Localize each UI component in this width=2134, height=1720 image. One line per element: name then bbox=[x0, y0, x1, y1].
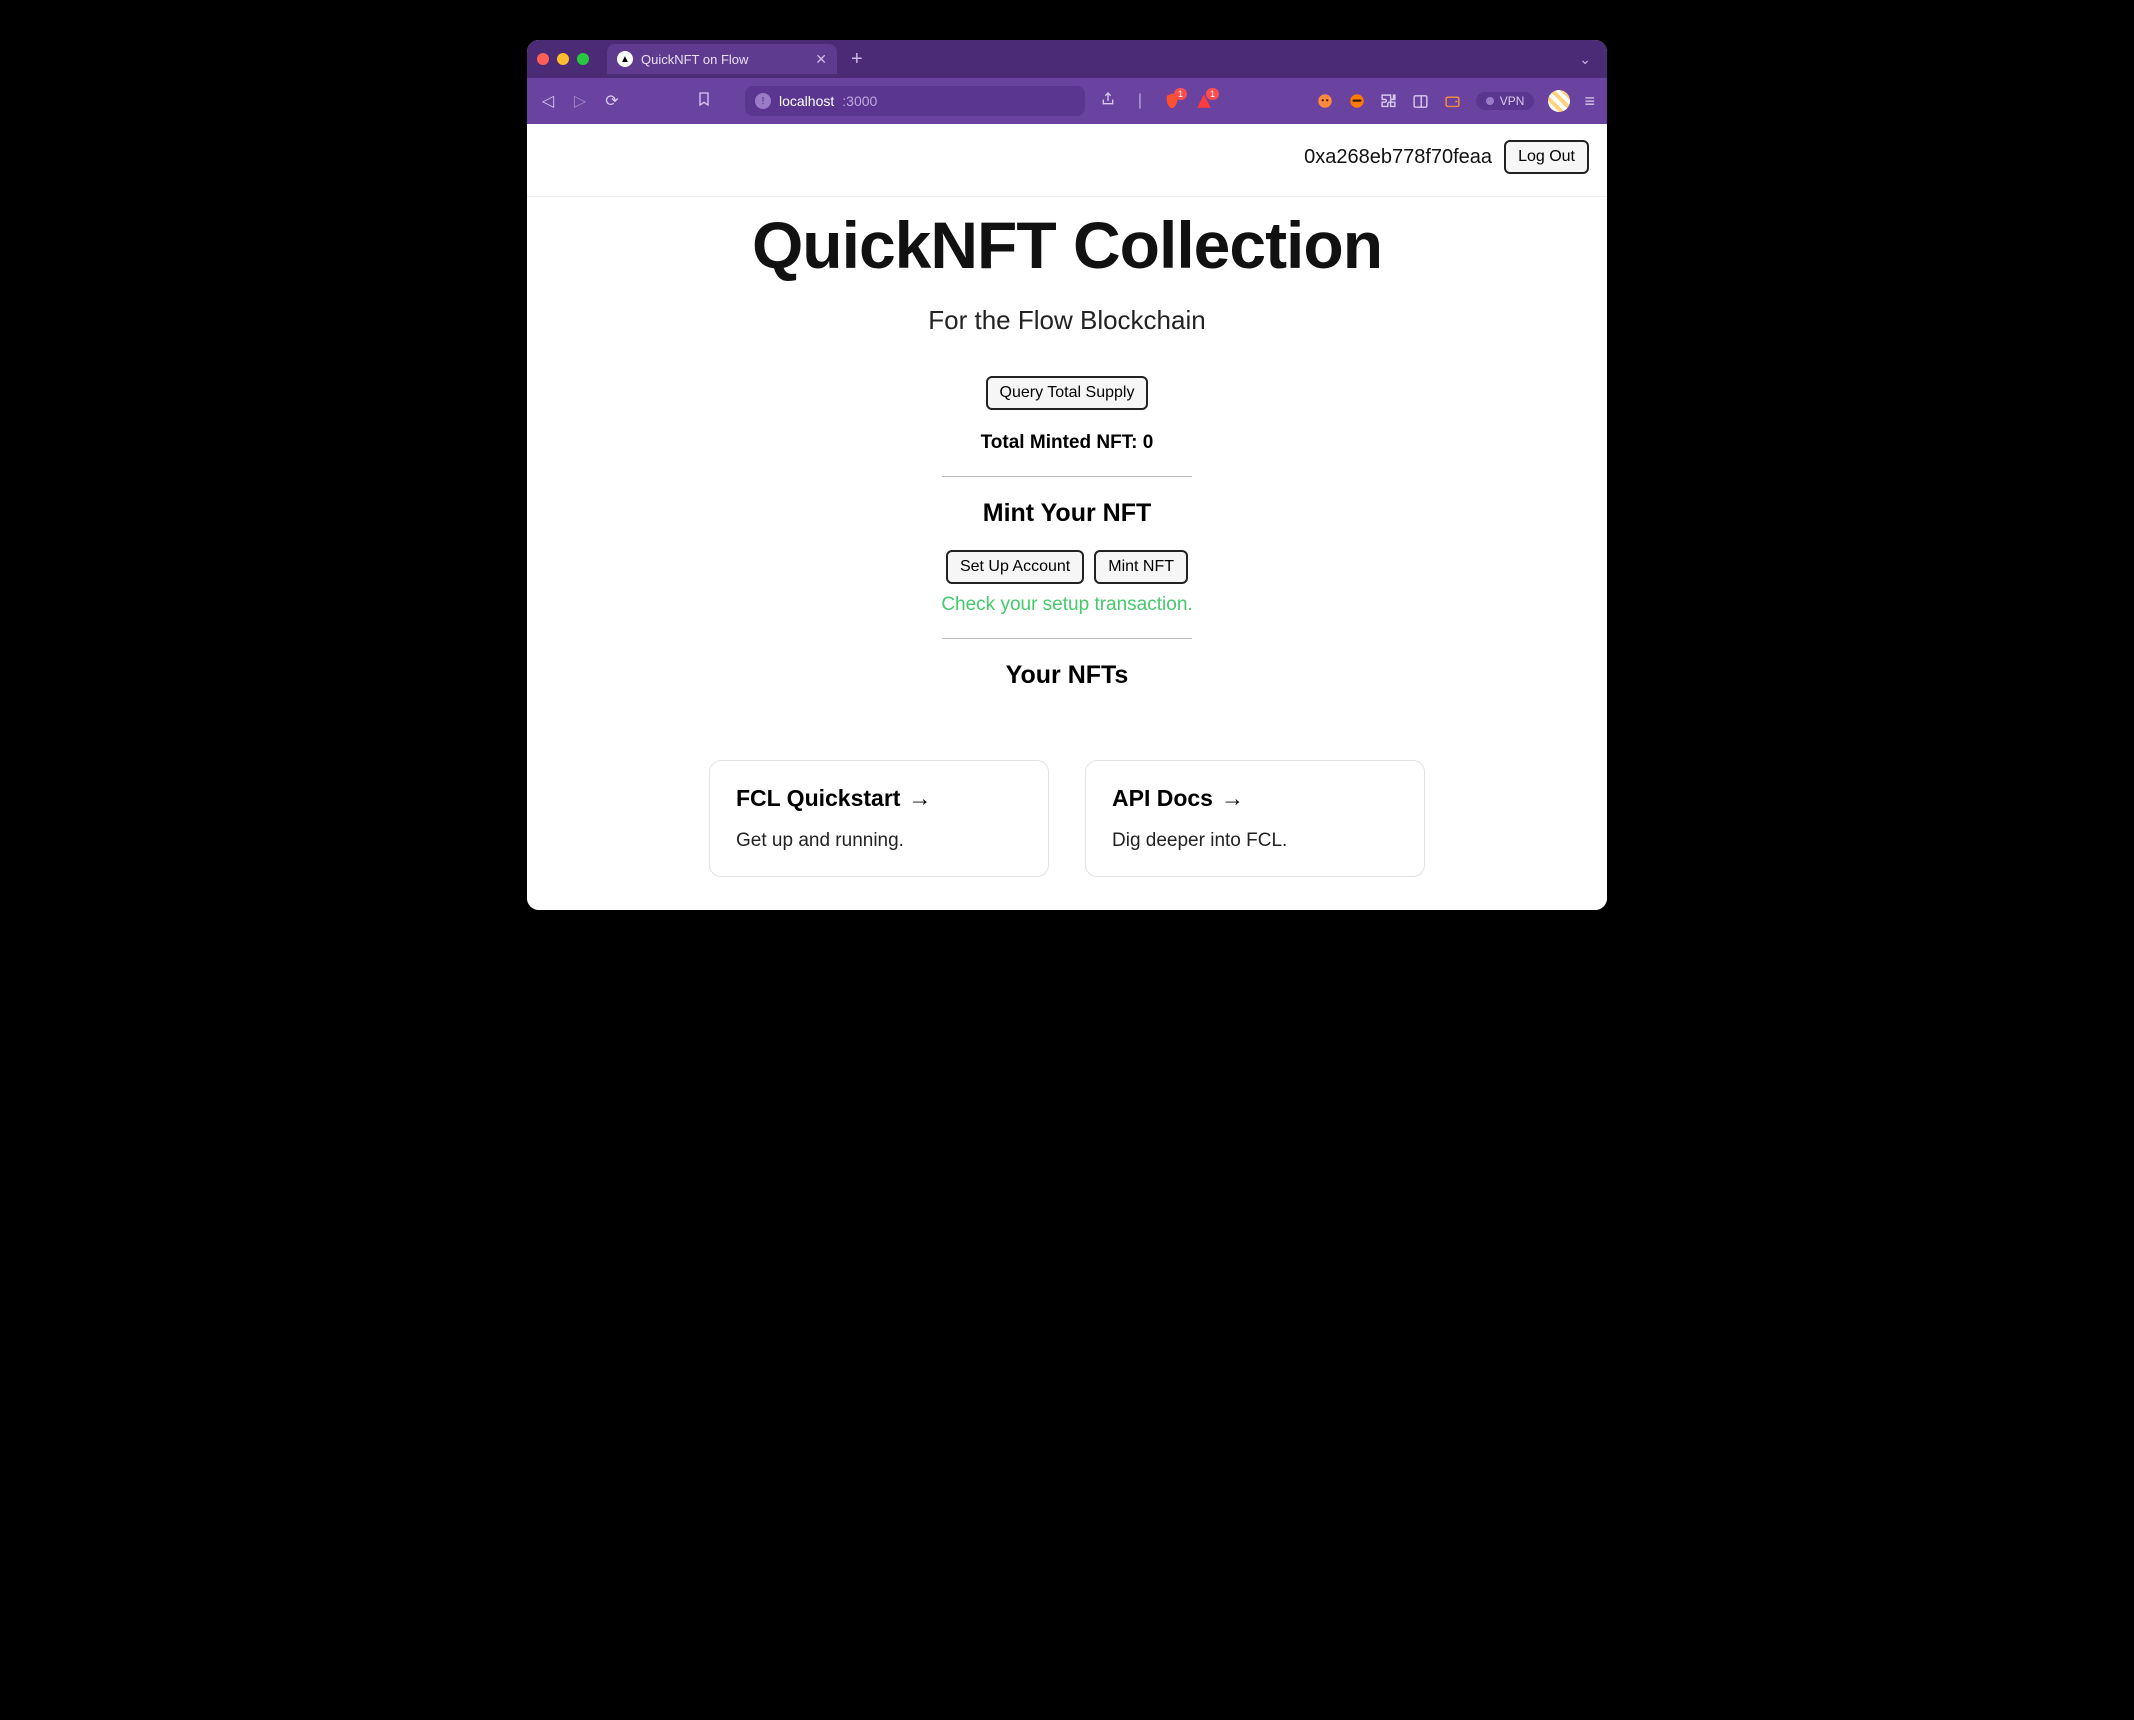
tabs-overflow-icon[interactable]: ⌄ bbox=[1573, 51, 1597, 68]
doc-cards: FCL Quickstart → Get up and running. API… bbox=[547, 760, 1587, 877]
stat-value: 0 bbox=[1143, 432, 1154, 453]
shield-badge-count: 1 bbox=[1174, 88, 1187, 100]
stat-label: Total Minted NFT: bbox=[981, 432, 1143, 453]
arrow-icon: → bbox=[1221, 785, 1244, 812]
mint-heading: Mint Your NFT bbox=[547, 499, 1587, 528]
browser-window: ▲ QuickNFT on Flow ✕ + ⌄ ◁ ▷ ⟳ ! localho… bbox=[527, 40, 1607, 910]
url-bar: ◁ ▷ ⟳ ! localhost :3000 | 1 1 bbox=[527, 78, 1607, 124]
triangle-badge-count: 1 bbox=[1206, 88, 1219, 100]
mint-buttons: Set Up Account Mint NFT bbox=[547, 550, 1587, 584]
menu-icon[interactable]: ≡ bbox=[1584, 91, 1595, 112]
brave-triangle-icon[interactable]: 1 bbox=[1195, 92, 1213, 110]
setup-transaction-link[interactable]: Check your setup transaction. bbox=[941, 594, 1192, 616]
brave-shield-icon[interactable]: 1 bbox=[1163, 92, 1181, 110]
address-field[interactable]: ! localhost :3000 bbox=[745, 86, 1085, 116]
site-info-icon[interactable]: ! bbox=[755, 93, 771, 109]
page-title: QuickNFT Collection bbox=[547, 207, 1587, 283]
maximize-window-icon[interactable] bbox=[577, 53, 589, 65]
minimize-window-icon[interactable] bbox=[557, 53, 569, 65]
arrow-icon: → bbox=[908, 785, 931, 812]
logout-button[interactable]: Log Out bbox=[1504, 140, 1589, 174]
browser-tab[interactable]: ▲ QuickNFT on Flow ✕ bbox=[607, 44, 837, 74]
extension-icon-2[interactable] bbox=[1348, 92, 1366, 110]
wallet-address: 0xa268eb778f70feaa bbox=[1304, 146, 1492, 169]
page-content: 0xa268eb778f70feaa Log Out QuickNFT Coll… bbox=[527, 124, 1607, 910]
main-content: QuickNFT Collection For the Flow Blockch… bbox=[527, 197, 1607, 910]
your-nfts-heading: Your NFTs bbox=[547, 661, 1587, 690]
setup-account-button[interactable]: Set Up Account bbox=[946, 550, 1084, 584]
query-supply-button[interactable]: Query Total Supply bbox=[986, 376, 1149, 410]
supply-section: Query Total Supply Total Minted NFT: 0 bbox=[547, 376, 1587, 454]
card-body: Get up and running. bbox=[736, 830, 1022, 852]
url-host: localhost bbox=[779, 93, 834, 109]
new-tab-button[interactable]: + bbox=[845, 48, 869, 71]
bookmark-icon[interactable] bbox=[695, 91, 713, 112]
profile-avatar[interactable] bbox=[1548, 90, 1570, 112]
share-icon[interactable] bbox=[1099, 91, 1117, 112]
sidebar-icon[interactable] bbox=[1412, 92, 1430, 110]
tab-bar: ▲ QuickNFT on Flow ✕ + ⌄ bbox=[527, 40, 1607, 78]
card-title: API Docs bbox=[1112, 785, 1213, 812]
close-tab-icon[interactable]: ✕ bbox=[815, 51, 827, 68]
url-port: :3000 bbox=[842, 93, 877, 109]
extension-icon-1[interactable] bbox=[1316, 92, 1334, 110]
separator: | bbox=[1131, 92, 1149, 110]
divider bbox=[942, 638, 1192, 639]
back-icon[interactable]: ◁ bbox=[539, 91, 557, 111]
vpn-button[interactable]: VPN bbox=[1476, 92, 1535, 110]
divider bbox=[942, 476, 1192, 477]
favicon-icon: ▲ bbox=[617, 51, 633, 67]
app-header: 0xa268eb778f70feaa Log Out bbox=[527, 124, 1607, 197]
card-body: Dig deeper into FCL. bbox=[1112, 830, 1398, 852]
card-api-docs[interactable]: API Docs → Dig deeper into FCL. bbox=[1085, 760, 1425, 877]
total-minted-stat: Total Minted NFT: 0 bbox=[547, 432, 1587, 454]
close-window-icon[interactable] bbox=[537, 53, 549, 65]
card-fcl-quickstart[interactable]: FCL Quickstart → Get up and running. bbox=[709, 760, 1049, 877]
toolbar-right: VPN ≡ bbox=[1316, 90, 1595, 112]
vpn-label: VPN bbox=[1500, 94, 1525, 108]
reload-icon[interactable]: ⟳ bbox=[603, 91, 621, 111]
forward-icon[interactable]: ▷ bbox=[571, 91, 589, 111]
mint-nft-button[interactable]: Mint NFT bbox=[1094, 550, 1188, 584]
tab-title: QuickNFT on Flow bbox=[641, 52, 748, 67]
extensions-icon[interactable] bbox=[1380, 92, 1398, 110]
wallet-icon[interactable] bbox=[1444, 92, 1462, 110]
card-title: FCL Quickstart bbox=[736, 785, 900, 812]
window-controls bbox=[537, 53, 589, 65]
page-subtitle: For the Flow Blockchain bbox=[547, 305, 1587, 336]
vpn-status-dot bbox=[1486, 97, 1494, 105]
